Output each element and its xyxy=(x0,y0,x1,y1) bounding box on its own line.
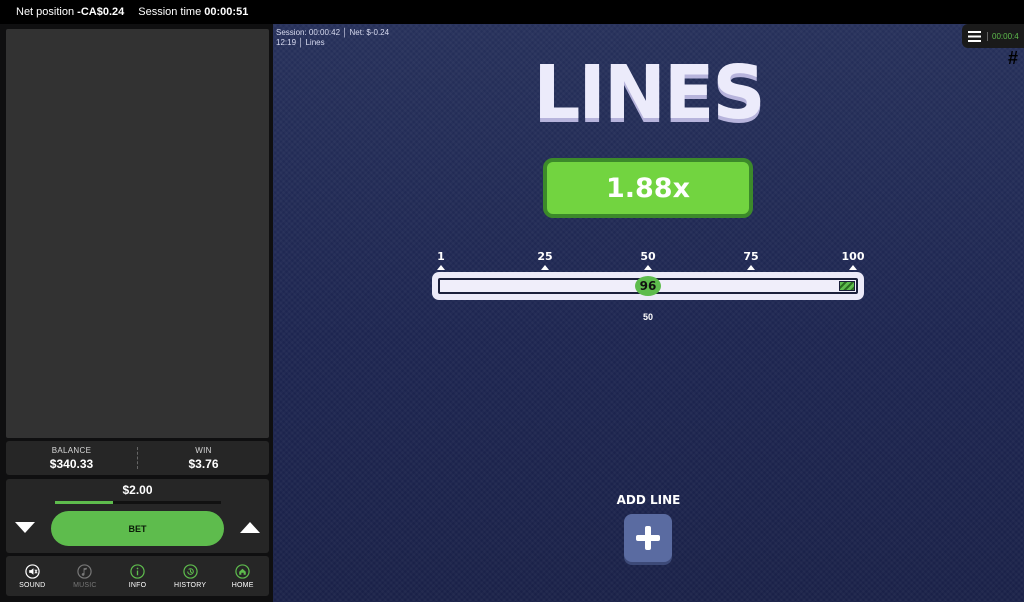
info-icon xyxy=(130,563,145,579)
left-panel: BALANCE $340.33 WIN $3.76 $2.00 BET SOUN… xyxy=(0,24,272,602)
session-info: Session: 00:00:42 │ Net: $-0.24 12:19 │ … xyxy=(276,28,390,47)
slider-thumb[interactable]: 96 xyxy=(635,276,661,296)
multiplier-display: 1.88x xyxy=(543,158,753,218)
tick-mark xyxy=(437,265,445,270)
home-button[interactable]: HOME xyxy=(216,556,269,596)
home-icon xyxy=(235,563,250,579)
bet-amount: $2.00 xyxy=(122,483,153,497)
game-area: Session: 00:00:42 │ Net: $-0.24 12:19 │ … xyxy=(273,24,1024,602)
session-time: Session time 00:00:51 xyxy=(138,6,249,18)
bet-level-fill xyxy=(55,501,114,504)
balance-stat: BALANCE $340.33 xyxy=(6,441,137,475)
slider-win-zone xyxy=(839,281,855,291)
top-status-bar: Net position -CA$0.24 Session time 00:00… xyxy=(0,0,1024,24)
win-value: $3.76 xyxy=(188,456,219,471)
tick-label: 75 xyxy=(743,250,759,263)
menu-timer: 00:00:4 xyxy=(987,31,1023,41)
app-root: Net position -CA$0.24 Session time 00:00… xyxy=(0,0,1024,602)
add-line-button[interactable] xyxy=(624,514,672,562)
win-label: WIN xyxy=(195,445,212,455)
stats-bar: BALANCE $340.33 WIN $3.76 xyxy=(6,441,269,475)
add-line-label: ADD LINE xyxy=(616,493,681,507)
tick-mark xyxy=(644,265,652,270)
video-area xyxy=(6,29,269,438)
tick-mark xyxy=(747,265,755,270)
tick-mark xyxy=(849,265,857,270)
balance-value: $340.33 xyxy=(49,456,94,471)
music-button[interactable]: MUSIC xyxy=(59,556,112,596)
sound-muted-icon xyxy=(25,563,40,579)
tick-label: 50 xyxy=(640,250,656,263)
balance-label: BALANCE xyxy=(51,445,92,455)
tick-label: 100 xyxy=(841,250,865,263)
game-title: LINES xyxy=(533,50,765,136)
increase-bet-icon[interactable] xyxy=(240,522,260,533)
history-icon xyxy=(182,563,198,579)
bottom-toolbar: SOUND MUSIC INFO HISTORY HOME xyxy=(6,556,269,596)
history-button[interactable]: HISTORY xyxy=(164,556,217,596)
plus-icon xyxy=(636,526,660,550)
tick-label: 25 xyxy=(537,250,553,263)
hamburger-menu-icon[interactable] xyxy=(968,30,981,42)
info-button[interactable]: INFO xyxy=(111,556,164,596)
sound-button[interactable]: SOUND xyxy=(6,556,59,596)
net-position: Net position -CA$0.24 xyxy=(16,6,125,18)
slider-ticks: 1 25 50 75 100 xyxy=(433,250,865,270)
bet-button[interactable]: BET xyxy=(51,511,224,546)
tick-label: 1 xyxy=(437,250,445,263)
slider-value: 50 xyxy=(642,312,654,322)
bet-level-track[interactable] xyxy=(55,501,221,504)
win-stat: WIN $3.76 xyxy=(138,441,269,475)
decrease-bet-icon[interactable] xyxy=(15,522,35,533)
music-icon xyxy=(77,563,93,579)
bet-panel: $2.00 BET xyxy=(6,479,269,553)
tick-mark xyxy=(541,265,549,270)
menu-pill[interactable]: 00:00:4 xyxy=(962,24,1024,48)
